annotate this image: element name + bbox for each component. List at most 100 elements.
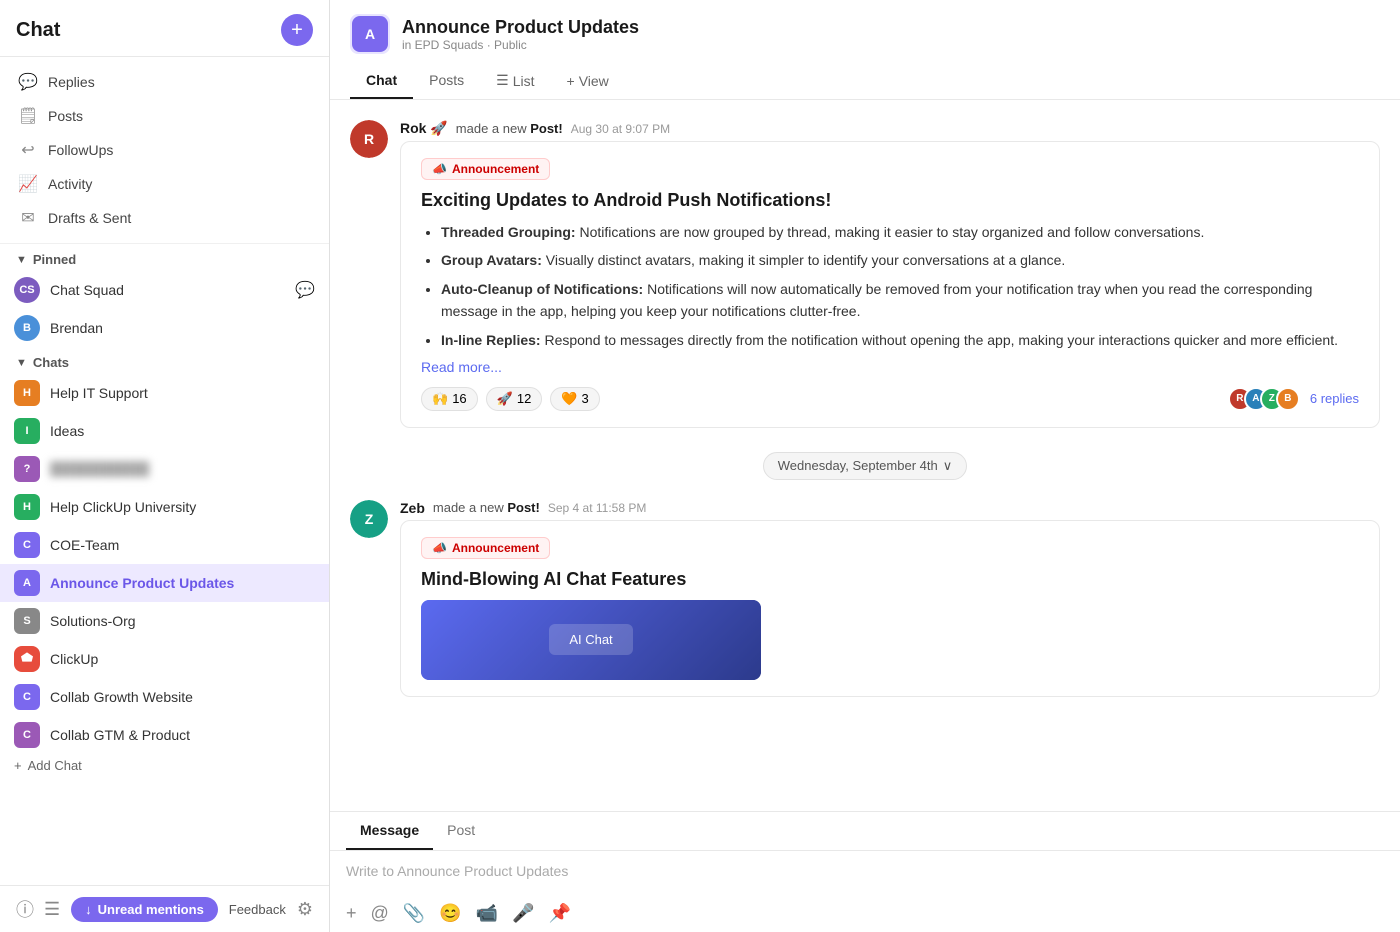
add-chat-button[interactable]: + Add Chat [0,754,329,781]
tab-view[interactable]: + View [551,64,625,99]
tab-list[interactable]: ☰ List [480,64,550,99]
pin-toolbar-icon[interactable]: 📌 [548,903,570,924]
sidebar-item-collab-gtm[interactable]: C Collab GTM & Product [0,716,329,754]
plus-icon: + [14,758,22,773]
collab-growth-avatar: C [14,684,40,710]
main-panel: A Announce Product Updates in EPD Squads… [330,0,1400,932]
zeb-avatar-inner: Z [350,500,388,538]
messages-area: R Rok 🚀 made a new Post! Aug 30 at 9:07 … [330,100,1400,811]
input-tab-message[interactable]: Message [346,812,433,850]
tab-posts[interactable]: Posts [413,64,480,99]
date-text: Wednesday, September 4th [778,458,938,473]
sidebar-item-activity[interactable]: 📈 Activity [0,167,329,201]
post-card-2: 📣 Announcement Mind-Blowing AI Chat Feat… [400,520,1380,697]
chats-list: H Help IT Support I Ideas ? ██████████ H… [0,374,329,885]
sidebar-nav: 💬 Replies 🗒 Posts ↩ FollowUps 📈 Activity… [0,57,329,244]
sidebar-item-clickup[interactable]: ClickUp [0,640,329,678]
ideas-label: Ideas [50,423,315,439]
sidebar-item-coe-team[interactable]: C COE-Team [0,526,329,564]
post-body-1: Threaded Grouping: Notifications are now… [421,221,1359,351]
clap-count: 16 [452,391,466,406]
reaction-rocket[interactable]: 🚀 12 [486,387,543,411]
channel-name: Announce Product Updates [402,17,639,38]
video-toolbar-icon[interactable]: 📹 [476,903,498,924]
emoji-toolbar-icon[interactable]: 😊 [439,903,461,924]
date-separator: Wednesday, September 4th ∨ [350,452,1380,480]
sidebar-item-ideas[interactable]: I Ideas [0,412,329,450]
attachment-toolbar-icon[interactable]: 📎 [403,903,425,924]
sidebar-item-brendan[interactable]: B Brendan [0,309,329,347]
new-chat-button[interactable]: + [281,14,313,46]
rocket-count: 12 [517,391,531,406]
rok-avatar: R [350,120,388,158]
sidebar-item-posts[interactable]: 🗒 Posts [0,99,329,133]
tab-chat[interactable]: Chat [350,64,413,99]
unread-mentions-badge[interactable]: ↓ Unread mentions [71,897,218,922]
pinned-section-header[interactable]: ▼ Pinned [0,244,329,271]
mic-toolbar-icon[interactable]: 🎤 [512,903,534,924]
list-icon[interactable]: ☰ [44,899,60,920]
sidebar-item-drafts[interactable]: ✉ Drafts & Sent [0,201,329,235]
message-input-placeholder[interactable]: Write to Announce Product Updates [330,851,1400,895]
sidebar-item-announce[interactable]: A Announce Product Updates [0,564,329,602]
reply-avatar-4: B [1276,387,1300,411]
help-icon[interactable]: ⓘ [16,896,34,922]
reaction-clap[interactable]: 🙌 16 [421,387,478,411]
list-tab-icon: ☰ [496,72,509,89]
feedback-label[interactable]: Feedback [229,902,286,917]
plus-toolbar-icon[interactable]: + [346,903,357,924]
message-1-time: Aug 30 at 9:07 PM [571,122,670,136]
post-title-1: Exciting Updates to Android Push Notific… [421,190,1359,211]
sidebar-item-help-it[interactable]: H Help IT Support [0,374,329,412]
sidebar-item-solutions[interactable]: S Solutions-Org [0,602,329,640]
post-title-2: Mind-Blowing AI Chat Features [421,569,1359,590]
input-toolbar: + @ 📎 😊 📹 🎤 📌 [330,895,1400,932]
message-2-content: Zeb made a new Post! Sep 4 at 11:58 PM 📣… [400,500,1380,697]
channel-icon: A [350,14,390,54]
sidebar: Chat + 💬 Replies 🗒 Posts ↩ FollowUps 📈 A… [0,0,330,932]
unread-mentions-label: Unread mentions [98,902,204,917]
sidebar-item-followups[interactable]: ↩ FollowUps [0,133,329,167]
followups-icon: ↩ [18,140,38,160]
brendan-avatar: B [14,315,40,341]
blurred-avatar: ? [14,456,40,482]
at-toolbar-icon[interactable]: @ [371,903,389,924]
clickup-label: ClickUp [50,651,315,667]
main-header: A Announce Product Updates in EPD Squads… [330,0,1400,100]
message-1-header: Rok 🚀 made a new Post! Aug 30 at 9:07 PM [400,120,1380,137]
solutions-label: Solutions-Org [50,613,315,629]
input-tab-post[interactable]: Post [433,812,489,850]
collab-gtm-label: Collab GTM & Product [50,727,315,743]
post-card-1: 📣 Announcement Exciting Updates to Andro… [400,141,1380,428]
down-arrow-icon: ↓ [85,902,92,917]
settings-icon[interactable]: ⚙ [297,899,313,920]
read-more-link-1[interactable]: Read more... [421,359,1359,375]
replies-info[interactable]: R A Z B 6 replies [1228,387,1359,411]
collab-gtm-avatar: C [14,722,40,748]
sidebar-item-chat-squad[interactable]: CS Chat Squad 💬 [0,271,329,309]
announcement-icon: 📣 [432,162,447,176]
date-pill[interactable]: Wednesday, September 4th ∨ [763,452,967,480]
sidebar-item-collab-growth[interactable]: C Collab Growth Website [0,678,329,716]
add-chat-label: Add Chat [28,758,82,773]
followups-label: FollowUps [48,142,113,158]
reaction-heart[interactable]: 🧡 3 [550,387,599,411]
coe-team-label: COE-Team [50,537,315,553]
chats-section-header[interactable]: ▼ Chats [0,347,329,374]
input-tabs: Message Post [330,812,1400,851]
sidebar-item-blurred[interactable]: ? ██████████ [0,450,329,488]
heart-emoji: 🧡 [561,391,577,407]
ideas-avatar: I [14,418,40,444]
replies-count: 6 replies [1310,391,1359,406]
sidebar-item-help-clickup[interactable]: H Help ClickUp University [0,488,329,526]
channel-tabs: Chat Posts ☰ List + View [350,64,1380,99]
announcement-text: Announcement [452,162,539,176]
channel-title-area: Announce Product Updates in EPD Squads ·… [402,17,639,52]
date-chevron-icon: ∨ [943,458,953,474]
sidebar-item-replies[interactable]: 💬 Replies [0,65,329,99]
message-1-author: Rok 🚀 [400,120,448,137]
help-clickup-avatar: H [14,494,40,520]
clap-emoji: 🙌 [432,391,448,407]
reply-avatars: R A Z B [1228,387,1300,411]
announcement-icon-2: 📣 [432,541,447,555]
